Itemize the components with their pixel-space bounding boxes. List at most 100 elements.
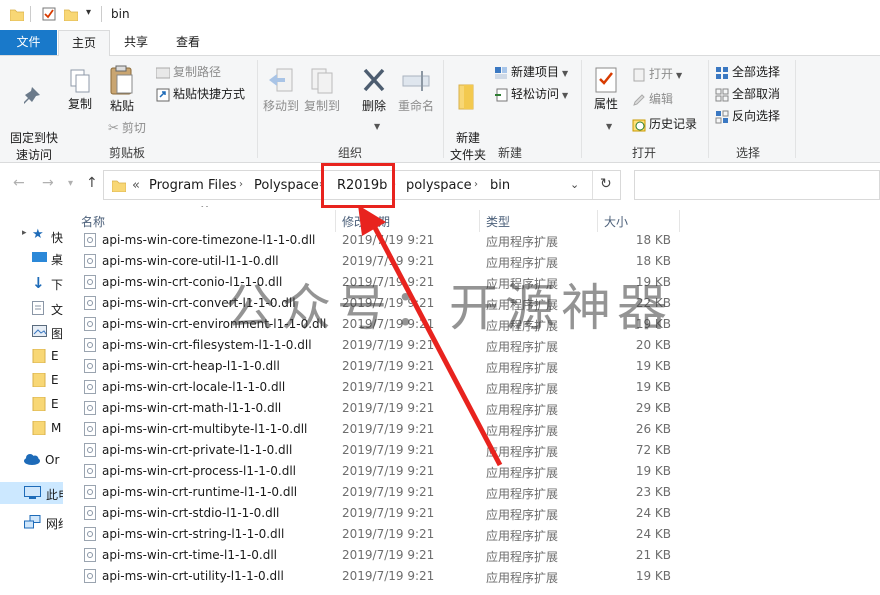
table-row[interactable]: api-ms-win-crt-math-l1-1-0.dll 2019/7/19 …	[70, 398, 880, 419]
table-row[interactable]: api-ms-win-crt-utility-l1-1-0.dll 2019/7/…	[70, 566, 880, 587]
back-arrow-icon[interactable]: ←	[13, 175, 25, 191]
nav-label: 网络	[46, 517, 63, 531]
up-arrow-icon[interactable]: ↑	[86, 175, 98, 191]
file-type: 应用程序扩展	[486, 424, 559, 438]
chevron-right-icon[interactable]: ›	[474, 179, 478, 190]
nav-item-folder[interactable]: E	[0, 395, 63, 415]
customize-toolbar-icon[interactable]: ▾	[86, 7, 91, 18]
tab-view[interactable]: 查看	[163, 30, 213, 55]
nav-item-onedrive[interactable]: Or	[0, 451, 63, 471]
search-box[interactable]	[634, 170, 880, 200]
breadcrumb-program-files[interactable]: Program Files	[149, 178, 237, 193]
pin-to-quick-access-button[interactable]: 固定到快 速访问	[6, 68, 62, 164]
address-dropdown-icon[interactable]: ⌄	[570, 178, 579, 191]
open-button[interactable]: 打开 ▼	[632, 64, 682, 84]
properties-dropdown-icon[interactable]: ▼	[606, 118, 612, 135]
column-header-type[interactable]: 类型	[486, 213, 510, 230]
file-name: api-ms-win-crt-filesystem-l1-1-0.dll	[102, 338, 312, 352]
column-header-name[interactable]: 名称	[81, 213, 105, 230]
nav-item-folder[interactable]: M	[0, 419, 63, 439]
file-type: 应用程序扩展	[486, 340, 559, 354]
breadcrumb-bin[interactable]: bin	[490, 178, 510, 193]
cloud-icon	[24, 454, 40, 465]
paste-shortcut-label: 粘贴快捷方式	[173, 87, 246, 101]
column-header-size[interactable]: 大小	[604, 213, 628, 230]
file-type: 应用程序扩展	[486, 466, 559, 480]
edit-button[interactable]: 编辑	[632, 89, 673, 109]
folder-icon[interactable]	[10, 7, 24, 21]
tab-file[interactable]: 文件	[0, 30, 57, 55]
delete-dropdown-icon[interactable]: ▼	[374, 118, 380, 135]
table-row[interactable]: api-ms-win-crt-private-l1-1-0.dll 2019/7/…	[70, 440, 880, 461]
chevron-down-icon[interactable]: ▸	[22, 228, 27, 238]
forward-arrow-icon[interactable]: →	[42, 175, 54, 191]
nav-item-downloads[interactable]: ↓ 下	[0, 274, 63, 294]
paste-shortcut-button[interactable]: 粘贴快捷方式	[156, 84, 245, 104]
dll-file-icon	[84, 296, 96, 310]
recent-locations-icon[interactable]: ▾	[68, 178, 73, 189]
move-to-button[interactable]: 移动到	[261, 66, 301, 115]
chevron-right-icon[interactable]: ›	[239, 179, 243, 190]
nav-item-folder[interactable]: E	[0, 347, 63, 367]
column-divider[interactable]	[597, 210, 598, 232]
table-row[interactable]: api-ms-win-crt-string-l1-1-0.dll 2019/7/1…	[70, 524, 880, 545]
file-date: 2019/7/19 9:21	[342, 485, 435, 499]
nav-item-folder[interactable]: E	[0, 371, 63, 391]
table-row[interactable]: api-ms-win-core-timezone-l1-1-0.dll 2019/…	[70, 230, 880, 251]
new-item-dropdown-icon[interactable]: ▼	[562, 69, 568, 78]
file-date: 2019/7/19 9:21	[342, 527, 435, 541]
table-row[interactable]: api-ms-win-crt-runtime-l1-1-0.dll 2019/7/…	[70, 482, 880, 503]
table-row[interactable]: api-ms-win-crt-heap-l1-1-0.dll 2019/7/19 …	[70, 356, 880, 377]
delete-button[interactable]: 删除 ▼	[356, 66, 392, 131]
column-header-date[interactable]: 修改日期	[342, 213, 390, 230]
nav-item-network[interactable]: 网络	[0, 513, 63, 533]
breadcrumb-overflow[interactable]: «	[132, 178, 140, 193]
table-row[interactable]: api-ms-win-crt-time-l1-1-0.dll 2019/7/19 …	[70, 545, 880, 566]
open-dropdown-icon[interactable]: ▼	[676, 71, 682, 80]
select-none-icon	[715, 88, 729, 101]
column-divider[interactable]	[679, 210, 680, 232]
copy-to-button[interactable]: 复制到	[302, 66, 342, 115]
new-item-button[interactable]: 新建项目 ▼	[494, 62, 568, 82]
dll-file-icon	[84, 422, 96, 436]
copy-path-button[interactable]: 复制路径	[156, 62, 221, 82]
table-row[interactable]: api-ms-win-crt-stdio-l1-1-0.dll 2019/7/19…	[70, 503, 880, 524]
invert-selection-button[interactable]: 反向选择	[715, 106, 780, 126]
column-divider[interactable]	[479, 210, 480, 232]
group-label-open: 打开	[631, 146, 656, 160]
breadcrumb-polyspace-sub[interactable]: polyspace	[406, 178, 472, 193]
dll-file-icon	[84, 527, 96, 541]
tab-home[interactable]: 主页	[58, 30, 110, 56]
breadcrumb-polyspace[interactable]: Polyspace	[254, 178, 319, 193]
nav-item-this-pc[interactable]: 此电	[0, 482, 63, 504]
file-type: 应用程序扩展	[486, 550, 559, 564]
easy-access-button[interactable]: 轻松访问 ▼	[494, 84, 568, 104]
rename-button[interactable]: 重命名	[396, 66, 436, 115]
refresh-icon[interactable]: ↻	[600, 176, 612, 192]
nav-item-documents[interactable]: 文	[0, 299, 63, 319]
table-row[interactable]: api-ms-win-crt-process-l1-1-0.dll 2019/7/…	[70, 461, 880, 482]
column-divider[interactable]	[335, 210, 336, 232]
copy-button[interactable]: 复制	[64, 68, 96, 113]
paste-button[interactable]: 粘贴	[104, 64, 140, 115]
folder-icon	[32, 349, 46, 363]
select-all-button[interactable]: 全部选择	[715, 62, 780, 82]
file-date: 2019/7/19 9:21	[342, 401, 435, 415]
properties-label: 属性	[593, 97, 618, 111]
table-row[interactable]: api-ms-win-crt-multibyte-l1-1-0.dll 2019/…	[70, 419, 880, 440]
nav-item-desktop[interactable]: 桌	[0, 249, 63, 269]
new-folder-button[interactable]: 新建 文件夹	[448, 66, 488, 164]
properties-icon[interactable]	[42, 7, 56, 21]
group-label-clipboard: 剪贴板	[108, 146, 145, 160]
tab-share[interactable]: 共享	[111, 30, 161, 55]
easy-access-dropdown-icon[interactable]: ▼	[562, 91, 568, 100]
properties-button[interactable]: 属性 ▼	[588, 66, 624, 131]
select-none-button[interactable]: 全部取消	[715, 84, 780, 104]
cut-button[interactable]: ✂ 剪切	[108, 118, 146, 138]
new-folder-icon[interactable]	[64, 7, 78, 21]
table-row[interactable]: api-ms-win-crt-locale-l1-1-0.dll 2019/7/1…	[70, 377, 880, 398]
nav-item-quick-access[interactable]: ▸ ★ 快	[0, 227, 63, 247]
nav-item-pictures[interactable]: 图	[0, 323, 63, 343]
dll-file-icon	[84, 506, 96, 520]
history-button[interactable]: 历史记录	[632, 114, 697, 134]
